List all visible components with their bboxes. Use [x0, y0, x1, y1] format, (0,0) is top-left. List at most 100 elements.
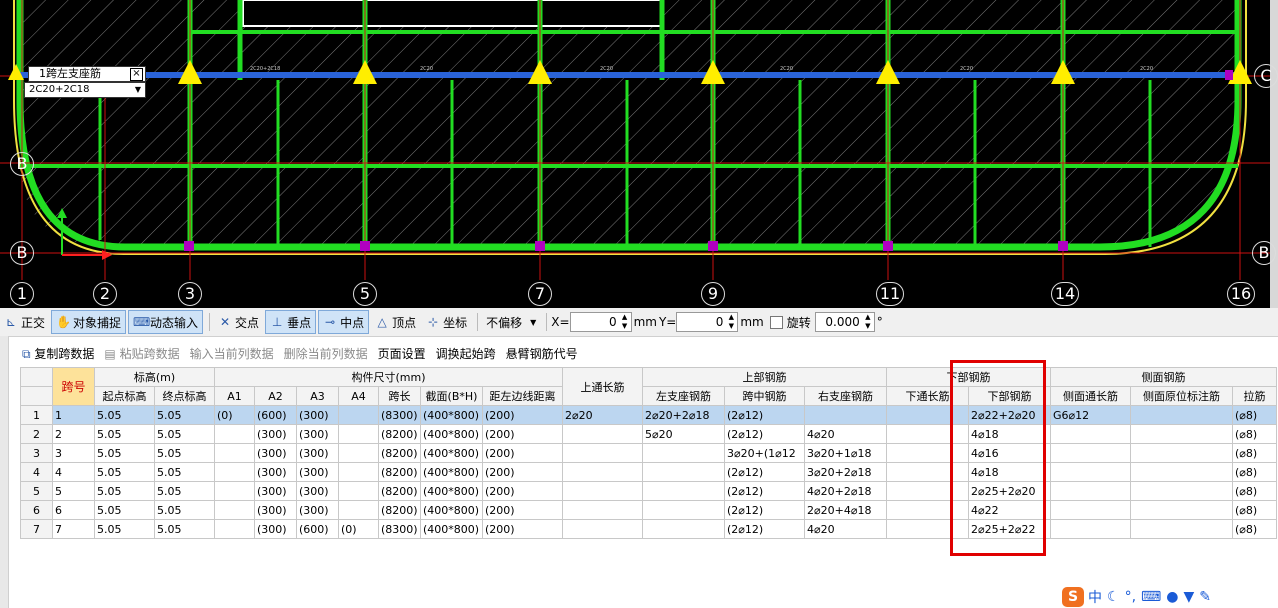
cell-section[interactable]: (400*800): [420, 462, 483, 482]
cell-span-length[interactable]: (8300): [378, 405, 421, 425]
table-row[interactable]: 7 7 5.05 5.05 (300) (600) (0) (8300) (400*800) (2…: [20, 519, 1277, 539]
cell-end-elevation[interactable]: 5.05: [154, 481, 215, 501]
cell-span-no[interactable]: 5: [52, 481, 95, 501]
header-tie[interactable]: 拉筋: [1232, 386, 1277, 406]
user-icon[interactable]: ●: [1166, 589, 1178, 605]
cell-left-support[interactable]: 5⌀20: [642, 424, 725, 444]
cell-start-elevation[interactable]: 5.05: [94, 443, 155, 463]
cell-top-long[interactable]: [562, 500, 643, 520]
cell-a4[interactable]: [338, 481, 379, 501]
header-a3[interactable]: A3: [296, 386, 339, 406]
cell-span-no[interactable]: 7: [52, 519, 95, 539]
cell-distance[interactable]: (200): [482, 519, 563, 539]
cell-a3[interactable]: (300): [296, 500, 339, 520]
cell-span-length[interactable]: (8200): [378, 443, 421, 463]
object-snap-button[interactable]: ✋ 对象捕捉: [51, 310, 127, 334]
cantilever-code-button[interactable]: 悬臂钢筋代号: [506, 345, 578, 362]
cell-start-elevation[interactable]: 5.05: [94, 405, 155, 425]
cell-left-support[interactable]: [642, 443, 725, 463]
row-number[interactable]: 3: [20, 443, 53, 463]
table-row[interactable]: 3 3 5.05 5.05 (300) (300) (8200) (400*800) (200)…: [20, 443, 1277, 463]
cell-span-no[interactable]: 6: [52, 500, 95, 520]
row-number[interactable]: 7: [20, 519, 53, 539]
cell-top-long[interactable]: [562, 462, 643, 482]
cell-tie[interactable]: (⌀8): [1232, 443, 1277, 463]
cell-a3[interactable]: (600): [296, 519, 339, 539]
cell-start-elevation[interactable]: 5.05: [94, 500, 155, 520]
midpoint-snap-button[interactable]: ⊸ 中点: [318, 310, 370, 334]
cell-tie[interactable]: (⌀8): [1232, 405, 1277, 425]
cell-a4[interactable]: (0): [338, 519, 379, 539]
spinner-icon[interactable]: ▲ ▼: [620, 313, 630, 331]
cell-right-support[interactable]: 3⌀20+1⌀18: [804, 443, 887, 463]
offset-dropdown[interactable]: 不偏移 ▼: [482, 311, 540, 333]
cell-mid[interactable]: (2⌀12): [724, 462, 805, 482]
cell-right-support[interactable]: [804, 405, 887, 425]
cell-section[interactable]: (400*800): [420, 519, 483, 539]
coordinate-snap-button[interactable]: ⊹ 坐标: [422, 311, 471, 333]
perpendicular-snap-button[interactable]: ⊥ 垂点: [265, 310, 317, 334]
cell-side-long[interactable]: [1050, 481, 1131, 501]
cell-a1[interactable]: [214, 481, 255, 501]
cell-side-long[interactable]: [1050, 462, 1131, 482]
span-rebar-label[interactable]: 1跨左支座筋 ×: [28, 66, 146, 82]
sogou-logo-icon[interactable]: S: [1062, 587, 1084, 607]
punctuation-icon[interactable]: °,: [1125, 589, 1136, 605]
cell-side-original[interactable]: [1130, 500, 1233, 520]
cell-top-long[interactable]: [562, 443, 643, 463]
cell-side-long[interactable]: [1050, 443, 1131, 463]
cell-span-no[interactable]: 3: [52, 443, 95, 463]
cell-side-original[interactable]: [1130, 481, 1233, 501]
ortho-button[interactable]: ⊾ 正交: [0, 311, 49, 333]
cell-mid[interactable]: 3⌀20+(1⌀12: [724, 443, 805, 463]
cell-a2[interactable]: (300): [254, 443, 297, 463]
table-row[interactable]: 4 4 5.05 5.05 (300) (300) (8200) (400*800) (200)…: [20, 462, 1277, 482]
cell-a1[interactable]: [214, 519, 255, 539]
header-span-length[interactable]: 跨长: [378, 386, 421, 406]
cell-distance[interactable]: (200): [482, 443, 563, 463]
ime-toolbar[interactable]: S 中 ☾ °, ⌨ ● ▼ ✎: [1062, 586, 1244, 608]
table-row[interactable]: 6 6 5.05 5.05 (300) (300) (8200) (400*800) (200)…: [20, 500, 1277, 520]
ime-language[interactable]: 中: [1088, 587, 1102, 607]
cell-side-original[interactable]: [1130, 462, 1233, 482]
cell-end-elevation[interactable]: 5.05: [154, 424, 215, 444]
cell-mid[interactable]: (2⌀12): [724, 481, 805, 501]
cell-a3[interactable]: (300): [296, 405, 339, 425]
spinner-icon[interactable]: ▲ ▼: [863, 313, 873, 331]
cell-end-elevation[interactable]: 5.05: [154, 500, 215, 520]
row-number[interactable]: 5: [20, 481, 53, 501]
header-top-long[interactable]: 上通长筋: [562, 367, 643, 406]
cell-side-long[interactable]: G6⌀12: [1050, 405, 1131, 425]
header-section[interactable]: 截面(B*H): [420, 386, 483, 406]
cell-distance[interactable]: (200): [482, 405, 563, 425]
delete-column-button[interactable]: 删除当前列数据: [284, 345, 368, 362]
cell-left-support[interactable]: [642, 481, 725, 501]
cell-a4[interactable]: [338, 462, 379, 482]
cell-distance[interactable]: (200): [482, 481, 563, 501]
cell-section[interactable]: (400*800): [420, 424, 483, 444]
cell-span-no[interactable]: 4: [52, 462, 95, 482]
header-left-support[interactable]: 左支座钢筋: [642, 386, 725, 406]
close-icon[interactable]: ×: [130, 68, 143, 81]
cell-mid[interactable]: (2⌀12): [724, 500, 805, 520]
cell-a1[interactable]: [214, 424, 255, 444]
cell-end-elevation[interactable]: 5.05: [154, 462, 215, 482]
cell-side-original[interactable]: [1130, 519, 1233, 539]
table-row[interactable]: 1 1 5.05 5.05 (0) (600) (300) (8300) (400*800) (2…: [20, 405, 1277, 425]
row-number[interactable]: 2: [20, 424, 53, 444]
cell-span-no[interactable]: 1: [52, 405, 95, 425]
vertex-snap-button[interactable]: △ 顶点: [371, 311, 420, 333]
copy-span-data-button[interactable]: ⧉ 复制跨数据: [22, 345, 94, 362]
cell-a1[interactable]: [214, 500, 255, 520]
cell-start-elevation[interactable]: 5.05: [94, 424, 155, 444]
chevron-down-icon[interactable]: ▼: [135, 83, 141, 97]
cell-side-long[interactable]: [1050, 500, 1131, 520]
rotate-input[interactable]: 0.000 ▲ ▼: [814, 312, 875, 332]
cad-canvas[interactable]: 2C20+2C18 2C20 2C20 2C20 2C20 2C20 C B B B …: [0, 0, 1278, 308]
cell-side-long[interactable]: [1050, 519, 1131, 539]
cell-distance[interactable]: (200): [482, 462, 563, 482]
moon-icon[interactable]: ☾: [1107, 589, 1120, 605]
cell-side-long[interactable]: [1050, 424, 1131, 444]
cell-right-support[interactable]: 4⌀20: [804, 424, 887, 444]
cell-top-long[interactable]: 2⌀20: [562, 405, 643, 425]
